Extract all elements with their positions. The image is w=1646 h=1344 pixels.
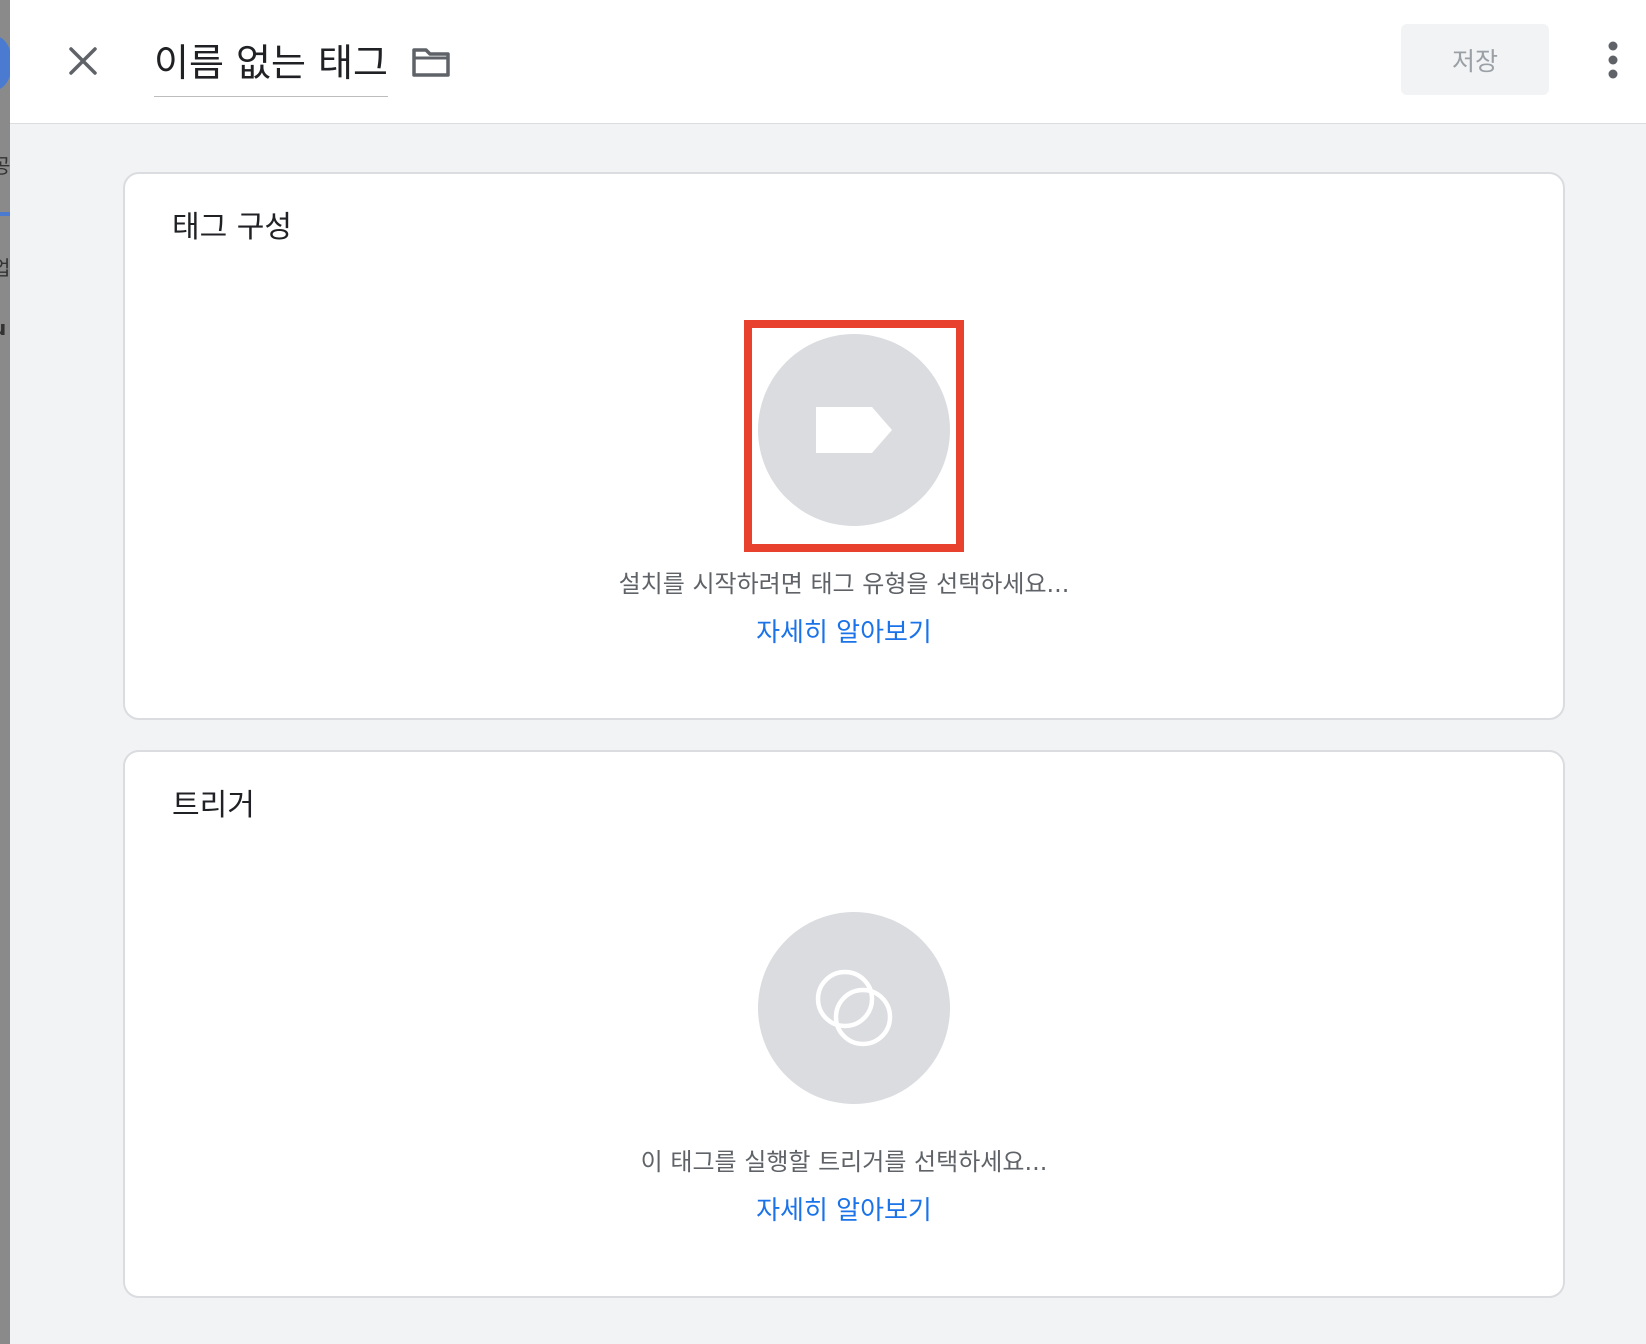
more-vert-icon xyxy=(1608,41,1618,79)
trigger-icon xyxy=(815,969,893,1047)
background-page-edge: 공 업 u xyxy=(0,0,10,1344)
triggering-title: 트리거 xyxy=(172,788,255,823)
more-options-button[interactable] xyxy=(1595,34,1631,86)
background-text-fragment: u xyxy=(0,316,6,340)
logo-fragment xyxy=(0,36,10,90)
tag-name: 이름 없는 태그 xyxy=(154,41,388,85)
folder-icon xyxy=(412,48,450,77)
tag-configuration-card[interactable]: 태그 구성 설치를 시작하려면 태그 유형을 선택하세요... 자세히 알아보기 xyxy=(123,172,1565,720)
trigger-learn-more-link[interactable]: 자세히 알아보기 xyxy=(125,1190,1563,1227)
folder-button[interactable] xyxy=(408,40,454,84)
active-nav-indicator xyxy=(0,212,10,216)
choose-trigger-button[interactable] xyxy=(758,912,950,1104)
close-button[interactable] xyxy=(60,38,106,84)
tag-editor-sheet: 이름 없는 태그 저장 태그 구성 설치를 시작하려면 태그 유형을 선택하세요… xyxy=(10,0,1646,1344)
choose-tag-type-button[interactable] xyxy=(758,334,950,526)
editor-header: 이름 없는 태그 저장 xyxy=(10,0,1646,124)
tag-icon xyxy=(816,407,892,453)
background-text-fragment: 업 xyxy=(0,256,10,280)
tag-name-field[interactable]: 이름 없는 태그 xyxy=(154,30,388,97)
close-icon xyxy=(69,47,97,75)
triggering-card[interactable]: 트리거 이 태그를 실행할 트리거를 선택하세요... 자세히 알아보기 xyxy=(123,750,1565,1298)
tag-configuration-title: 태그 구성 xyxy=(172,210,292,245)
tag-learn-more-link[interactable]: 자세히 알아보기 xyxy=(125,612,1563,649)
trigger-prompt: 이 태그를 실행할 트리거를 선택하세요... xyxy=(640,1148,1048,1176)
tag-type-prompt: 설치를 시작하려면 태그 유형을 선택하세요... xyxy=(618,570,1070,598)
save-button[interactable]: 저장 xyxy=(1401,24,1549,95)
background-text-fragment: 공 xyxy=(0,154,10,178)
